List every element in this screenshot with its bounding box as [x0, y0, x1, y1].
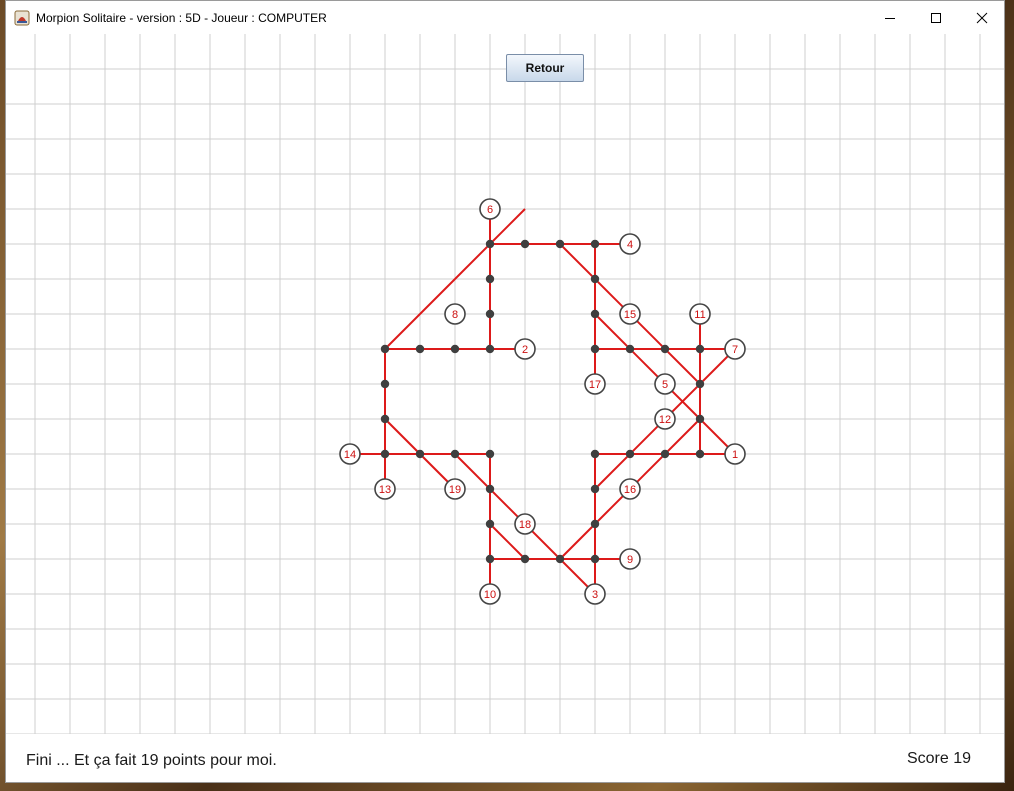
dot	[695, 449, 705, 459]
move-number: 10	[484, 589, 496, 601]
move-line	[559, 523, 596, 560]
move-number: 18	[519, 519, 531, 531]
dot	[380, 344, 390, 354]
dot	[415, 449, 425, 459]
app-window: Morpion Solitaire - version : 5D - Joueu…	[5, 0, 1005, 783]
minimize-icon	[885, 17, 895, 19]
grid	[6, 34, 1004, 734]
retour-button[interactable]: Retour	[506, 54, 584, 82]
move-number: 8	[452, 309, 458, 321]
dot	[660, 449, 670, 459]
move-number: 2	[522, 344, 528, 356]
dot	[590, 449, 600, 459]
dot	[380, 414, 390, 424]
title-bar: Morpion Solitaire - version : 5D - Joueu…	[6, 1, 1004, 34]
dot	[380, 449, 390, 459]
numbered-moves: 12345678910111213141516171819	[339, 198, 746, 605]
java-app-icon	[14, 10, 30, 26]
game-board[interactable]: 12345678910111213141516171819	[6, 34, 1004, 734]
dot	[520, 239, 530, 249]
dot	[590, 519, 600, 529]
move-number: 4	[627, 239, 633, 251]
move-number: 19	[449, 484, 461, 496]
dot	[590, 344, 600, 354]
dot	[485, 554, 495, 564]
move-number: 17	[589, 379, 601, 391]
dot	[695, 414, 705, 424]
score-label: Score 19	[906, 750, 971, 767]
dot	[590, 274, 600, 284]
dot	[485, 344, 495, 354]
dot	[485, 274, 495, 284]
dot	[555, 554, 565, 564]
move-number: 14	[344, 449, 356, 461]
dot	[660, 344, 670, 354]
move-lines	[350, 208, 736, 595]
move-number: 16	[624, 484, 636, 496]
dot	[520, 554, 530, 564]
move-number: 13	[379, 484, 391, 496]
dot	[590, 309, 600, 319]
move-number: 12	[659, 414, 671, 426]
move-number: 11	[694, 309, 705, 321]
dot	[415, 344, 425, 354]
dot	[485, 239, 495, 249]
close-button[interactable]	[959, 1, 1005, 34]
dot	[380, 379, 390, 389]
dot	[555, 239, 565, 249]
move-number: 9	[627, 554, 633, 566]
dot	[625, 344, 635, 354]
status-message: Fini ... Et ça fait 19 points pour moi.	[26, 752, 277, 769]
move-number: 7	[732, 344, 738, 356]
move-number: 6	[487, 204, 493, 216]
move-number: 3	[592, 589, 598, 601]
dot	[590, 484, 600, 494]
move-line	[594, 418, 701, 525]
dot	[695, 379, 705, 389]
dot	[450, 344, 460, 354]
maximize-button[interactable]	[913, 1, 959, 34]
minimize-button[interactable]	[867, 1, 913, 34]
move-number: 5	[662, 379, 668, 391]
initial-dots	[380, 239, 705, 564]
window-title: Morpion Solitaire - version : 5D - Joueu…	[36, 11, 327, 25]
dot	[625, 449, 635, 459]
maximize-icon	[931, 12, 941, 23]
dot	[450, 449, 460, 459]
dot	[485, 519, 495, 529]
move-number: 1	[732, 449, 738, 461]
dot	[695, 344, 705, 354]
move-number: 15	[624, 309, 636, 321]
close-icon	[976, 12, 988, 23]
dot	[590, 239, 600, 249]
dot	[485, 309, 495, 319]
dot	[590, 554, 600, 564]
dot	[485, 484, 495, 494]
dot	[485, 449, 495, 459]
